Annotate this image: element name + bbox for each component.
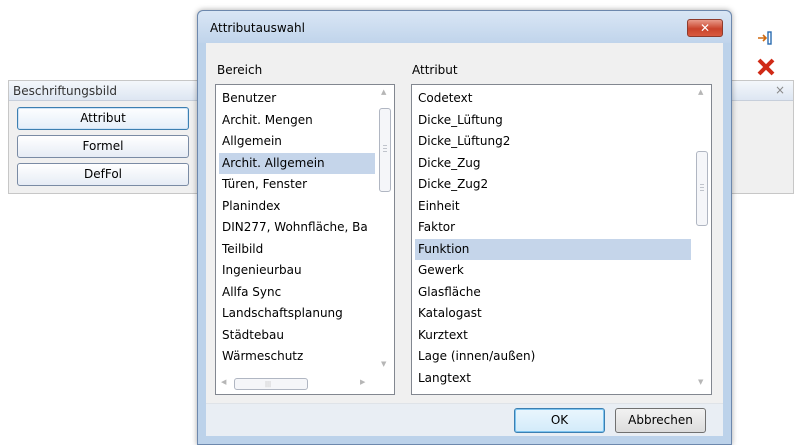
bereich-hscroll-thumb[interactable]: |||: [234, 378, 308, 390]
attributauswahl-dialog: Attributauswahl ✕ Bereich Attribut Benut…: [197, 10, 732, 445]
attribut-list-item[interactable]: Dicke_Lüftung: [415, 110, 691, 131]
bereich-list-item[interactable]: Städtebau: [219, 325, 375, 346]
dialog-body: Bereich Attribut Benutzer Archit. Mengen A…: [206, 43, 723, 436]
attribut-list-item[interactable]: Glasfläche: [415, 282, 691, 303]
bereich-list-item[interactable]: Archit. Mengen: [219, 110, 375, 131]
grip-icon: [383, 151, 387, 152]
delete-x-icon[interactable]: [756, 57, 776, 77]
ok-button[interactable]: OK: [514, 408, 605, 433]
attribut-list-item[interactable]: Codetext: [415, 88, 691, 109]
grip-icon: |||: [265, 381, 272, 388]
attribut-list-item[interactable]: Gewerk: [415, 260, 691, 281]
attribut-list-item[interactable]: Funktion: [415, 238, 691, 260]
grip-icon: [700, 184, 704, 185]
scroll-down-arrow-icon[interactable]: ▼: [381, 360, 386, 368]
attribut-list-item[interactable]: Lage (innen/außen): [415, 346, 691, 367]
bereich-list[interactable]: Benutzer Archit. Mengen Allgemein Archit. A…: [215, 84, 395, 395]
bereich-list-item[interactable]: Teilbild: [219, 239, 375, 260]
dialog-titlebar[interactable]: Attributauswahl ✕: [198, 11, 731, 43]
attribut-list-item[interactable]: Kurztext: [415, 325, 691, 346]
bereich-list-item[interactable]: Allfa Sync: [219, 282, 375, 303]
bereich-list-item[interactable]: Landschaftsplanung: [219, 303, 375, 324]
bereich-vscroll-thumb[interactable]: [379, 108, 391, 192]
attribut-list-item[interactable]: Katalogast: [415, 303, 691, 324]
attribut-list-item[interactable]: Dicke_Zug: [415, 153, 691, 174]
bereich-vscrollbar[interactable]: ▲ ▼: [377, 85, 394, 375]
bereich-list-item[interactable]: Türen, Fenster: [219, 174, 375, 195]
attribut-list-item[interactable]: Einheit: [415, 196, 691, 217]
grip-icon: [700, 190, 704, 191]
bereich-list-item[interactable]: Allgemein: [219, 131, 375, 152]
bereich-list-item[interactable]: Ingenieurbau: [219, 260, 375, 281]
scroll-up-arrow-icon[interactable]: ▲: [381, 88, 386, 96]
dialog-footer: OK Abbrechen: [206, 403, 723, 436]
scroll-up-arrow-icon[interactable]: ▲: [698, 88, 703, 96]
palette-title: Beschriftungsbild: [13, 84, 118, 98]
attribut-list[interactable]: Codetext Dicke_Lüftung Dicke_Lüftung2 Dicke…: [411, 84, 712, 395]
attribut-vscrollbar[interactable]: ▲ ▼: [694, 85, 711, 394]
scroll-down-arrow-icon[interactable]: ▼: [698, 378, 703, 386]
bereich-list-item[interactable]: Wärmeschutz: [219, 346, 375, 367]
insert-icon[interactable]: [757, 30, 773, 46]
attribut-list-item[interactable]: Faktor: [415, 217, 691, 238]
dialog-title: Attributauswahl: [210, 21, 305, 35]
grip-icon: [700, 187, 704, 188]
bereich-list-item[interactable]: Archit. Allgemein: [219, 152, 375, 174]
attribut-button[interactable]: Attribut: [17, 107, 189, 130]
palette-close-icon[interactable]: ×: [775, 83, 785, 97]
grip-icon: [383, 145, 387, 146]
attribut-label: Attribut: [412, 63, 458, 77]
formel-button[interactable]: Formel: [17, 135, 189, 158]
bereich-label: Bereich: [217, 63, 263, 77]
close-icon[interactable]: ✕: [687, 19, 723, 37]
deffol-button[interactable]: DefFol: [17, 163, 189, 186]
cancel-button[interactable]: Abbrechen: [615, 408, 706, 433]
attribut-list-item[interactable]: Langtext: [415, 368, 691, 389]
bereich-list-item[interactable]: Planindex: [219, 196, 375, 217]
attribut-list-item[interactable]: Dicke_Zug2: [415, 174, 691, 195]
grip-icon: [383, 148, 387, 149]
attribut-list-item[interactable]: Dicke_Lüftung2: [415, 131, 691, 152]
scroll-left-arrow-icon[interactable]: ◀: [221, 378, 226, 386]
bereich-list-item[interactable]: DIN277, Wohnfläche, Ba: [219, 217, 375, 238]
bereich-list-item[interactable]: Benutzer: [219, 88, 375, 109]
scroll-right-arrow-icon[interactable]: ▶: [360, 378, 365, 386]
bereich-hscrollbar[interactable]: ◀ ||| ▶: [216, 376, 377, 393]
attribut-vscroll-thumb[interactable]: [696, 151, 708, 226]
